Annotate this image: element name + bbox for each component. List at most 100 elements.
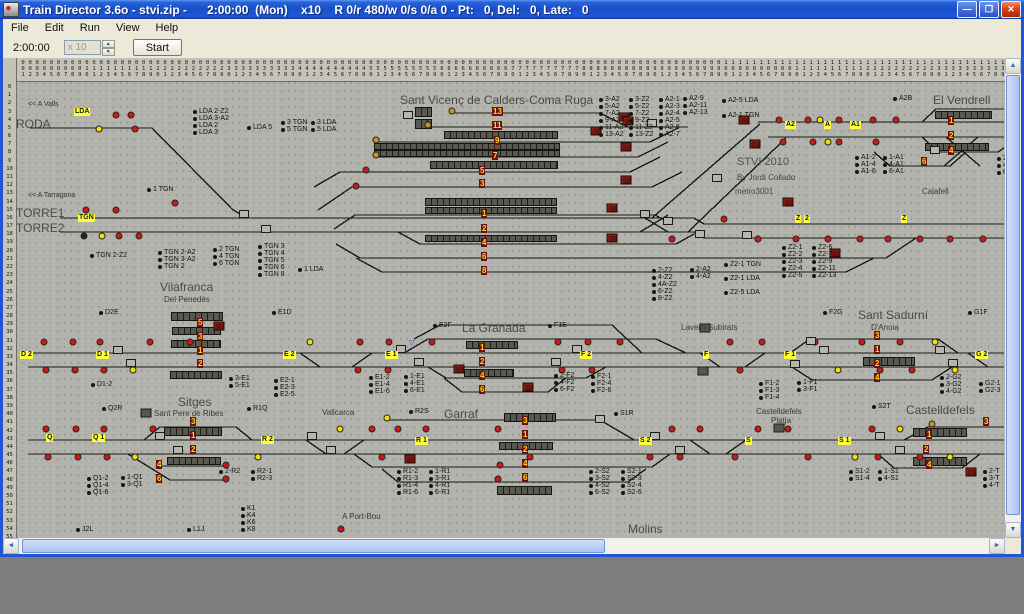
track-segment[interactable] [352,353,372,367]
switch-icon[interactable] [790,360,800,368]
menu-run[interactable]: Run [72,22,108,34]
track-segment[interactable] [398,232,420,244]
signal-icon[interactable] [172,200,179,207]
signal-icon[interactable] [835,367,842,374]
signal-icon[interactable] [373,137,380,144]
switch-icon[interactable] [675,446,685,454]
signal-icon[interactable] [41,339,48,346]
train-tag[interactable]: A [824,121,831,129]
train-tag[interactable]: S 1 [838,437,851,445]
signal-icon[interactable] [425,122,432,129]
menu-file[interactable]: File [3,22,37,34]
signal-icon[interactable] [72,367,79,374]
switch-icon[interactable] [819,346,829,354]
train-tag[interactable]: A2 [785,121,796,129]
train-tag[interactable]: G 2 [975,351,988,359]
vertical-scrollbar[interactable]: ▲ ▼ [1005,58,1021,538]
track-segment[interactable] [688,138,786,232]
spin-up-icon[interactable]: ▲ [102,40,115,48]
signal-icon[interactable] [810,139,817,146]
switch-icon[interactable] [930,146,940,154]
signal-icon[interactable] [836,139,843,146]
signal-icon[interactable] [759,339,766,346]
signal-icon[interactable] [825,236,832,243]
signal-icon[interactable] [677,454,684,461]
track-segment[interactable] [60,218,1004,224]
signal-icon[interactable] [917,236,924,243]
track-diagram-layer[interactable]: 0 0 10 0 20 0 30 0 40 0 50 0 60 0 70 0 8… [0,0,1005,538]
signal-icon[interactable] [395,426,402,433]
signal-icon[interactable] [337,426,344,433]
signal-icon[interactable] [99,233,106,240]
train-tag[interactable]: Q [46,434,53,442]
signal-icon[interactable] [338,526,345,533]
signal-icon[interactable] [755,236,762,243]
maximize-button[interactable]: ❐ [979,1,999,18]
signal-icon[interactable] [805,454,812,461]
train-tag[interactable]: LDA [74,108,90,116]
track-segment[interactable] [30,128,246,218]
menu-edit[interactable]: Edit [37,22,72,34]
signal-icon[interactable] [97,339,104,346]
train-tag[interactable]: R 1 [415,437,428,445]
track-segment[interactable] [354,454,670,467]
speed-input[interactable]: x 10 [64,40,101,55]
scroll-left-icon[interactable]: ◄ [3,538,19,554]
switch-icon[interactable] [640,210,650,218]
signal-icon[interactable] [497,462,504,469]
signal-icon[interactable] [495,476,502,483]
signal-icon[interactable] [307,339,314,346]
train-tag[interactable]: R 2 [261,436,274,444]
train-tag[interactable]: D 1 [96,351,109,359]
signal-icon[interactable] [353,183,360,190]
close-button[interactable]: ✕ [1001,1,1021,18]
signal-icon[interactable] [449,108,456,115]
signal-icon[interactable] [776,117,783,124]
signal-icon[interactable] [429,339,436,346]
vertical-scrollbar-thumb[interactable] [1006,75,1020,515]
signal-icon[interactable] [952,367,959,374]
signal-icon[interactable] [73,426,80,433]
signal-icon[interactable] [495,426,502,433]
signal-icon[interactable] [384,415,391,422]
switch-icon[interactable] [239,210,249,218]
switch-icon[interactable] [551,358,561,366]
speed-spinner[interactable]: ▲ ▼ [102,40,115,56]
signal-icon[interactable] [875,454,882,461]
signal-icon[interactable] [116,233,123,240]
signal-icon[interactable] [817,117,824,124]
switch-icon[interactable] [261,225,271,233]
train-tag[interactable]: 2 [804,215,810,223]
signal-icon[interactable] [980,236,987,243]
signal-icon[interactable] [647,454,654,461]
signal-icon[interactable] [187,339,194,346]
signal-icon[interactable] [669,426,676,433]
switch-icon[interactable] [935,346,945,354]
signal-icon[interactable] [870,117,877,124]
signal-icon[interactable] [255,454,262,461]
signal-icon[interactable] [852,454,859,461]
signal-icon[interactable] [101,367,108,374]
menu-help[interactable]: Help [148,22,187,34]
switch-icon[interactable] [414,358,424,366]
switch-icon[interactable] [126,359,136,367]
track-segment[interactable] [444,378,566,392]
switch-icon[interactable] [113,346,123,354]
horizontal-scrollbar[interactable]: ◄ ► [3,538,1005,554]
switch-icon[interactable] [948,359,958,367]
signal-icon[interactable] [132,126,139,133]
signal-icon[interactable] [132,454,139,461]
signal-icon[interactable] [836,117,843,124]
switch-icon[interactable] [663,217,673,225]
train-tag[interactable]: Z [795,215,801,223]
switch-icon[interactable] [712,174,722,182]
signal-icon[interactable] [83,207,90,214]
signal-icon[interactable] [386,339,393,346]
switch-icon[interactable] [875,432,885,440]
track-segment[interactable] [356,258,382,272]
signal-icon[interactable] [732,454,739,461]
signal-icon[interactable] [45,454,52,461]
train-tag[interactable]: A1 [850,121,861,129]
train-tag[interactable]: E 2 [283,351,296,359]
start-button[interactable]: Start [133,39,182,56]
